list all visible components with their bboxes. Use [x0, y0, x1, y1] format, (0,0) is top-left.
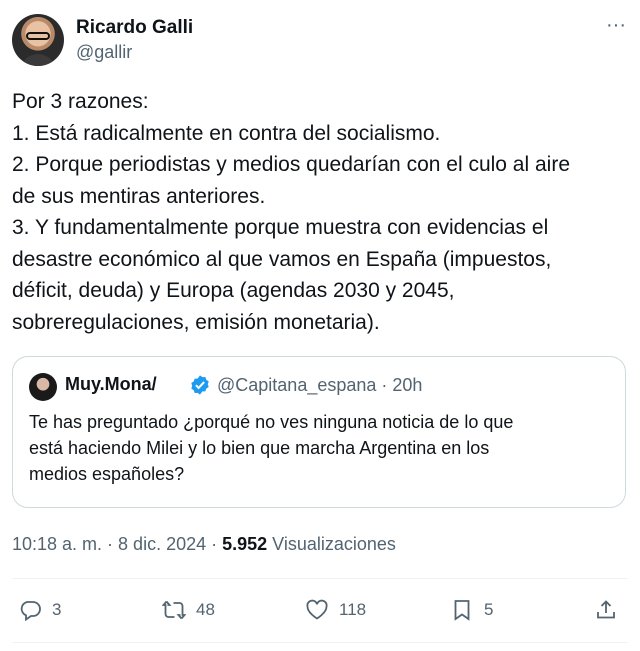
tweet-line: déficit, deuda) y Europa (agendas 2030 y…	[12, 279, 455, 302]
views-count: 5.952	[222, 534, 268, 554]
author-handle[interactable]: @gallir	[76, 42, 132, 63]
reply-icon	[20, 601, 41, 622]
avatar-glasses	[26, 32, 50, 40]
views-label: Visualizaciones	[267, 534, 396, 554]
tweet-line: desastre económico al que vamos en Españ…	[12, 247, 552, 271]
quoted-line: Te has preguntado ¿porqué no ves ninguna…	[29, 412, 514, 432]
avatar-shirt	[20, 54, 56, 66]
heart-icon	[306, 599, 328, 620]
more-icon[interactable]: ···	[604, 15, 628, 40]
tweet-line: 3. Y fundamentalmente porque muestra con…	[12, 216, 549, 239]
divider	[12, 642, 628, 643]
tweet-line: 2. Porque periodistas y medios quedarían…	[12, 153, 570, 176]
author-name[interactable]: Ricardo Galli	[76, 17, 193, 39]
bookmark-icon	[454, 600, 470, 621]
quoted-avatar	[29, 373, 57, 401]
author-avatar[interactable]	[12, 14, 64, 66]
action-bar: 3 48 118 5	[12, 596, 628, 624]
tweet-header: Ricardo Galli @gallir ···	[12, 14, 628, 68]
divider	[12, 578, 628, 579]
quoted-line: está haciendo Milei y lo bien que marcha…	[29, 438, 490, 458]
reply-count: 3	[52, 600, 62, 619]
quoted-line: medios españoles?	[29, 464, 185, 484]
quoted-text: Te has preguntado ¿porqué no ves ninguna…	[29, 409, 609, 487]
repost-button[interactable]: 48	[162, 596, 215, 624]
bookmark-count: 5	[484, 600, 494, 619]
reply-button[interactable]: 3	[18, 596, 61, 624]
tweet-text: Por 3 razones: 1. Está radicalmente en c…	[12, 86, 622, 338]
repost-icon	[162, 600, 186, 620]
tweet-line: de sus mentiras anteriores.	[12, 184, 266, 208]
share-icon	[597, 600, 615, 619]
quoted-tweet[interactable]: Muy.Mona/ @Capitana_espana · 20h Te has …	[12, 356, 626, 508]
quoted-handle-time: @Capitana_espana · 20h	[217, 375, 423, 395]
quoted-author-name: Muy.Mona/	[65, 374, 157, 394]
tweet-line: 1. Está radicalmente en contra del socia…	[12, 121, 441, 145]
tweet-line: Por 3 razones:	[12, 90, 149, 113]
tweet-datetime[interactable]: 10:18 a. m. · 8 dic. 2024 ·	[12, 534, 222, 554]
like-button[interactable]: 118	[305, 596, 366, 624]
tweet-line: sobreregulaciones, emisión monetaria).	[12, 310, 380, 334]
repost-count: 48	[196, 600, 215, 619]
like-count: 118	[339, 600, 367, 619]
share-button[interactable]	[594, 596, 618, 624]
bookmark-button[interactable]: 5	[450, 596, 493, 624]
tweet-meta: 10:18 a. m. · 8 dic. 2024 · 5.952 Visual…	[12, 534, 396, 555]
verified-badge-icon	[191, 375, 209, 395]
